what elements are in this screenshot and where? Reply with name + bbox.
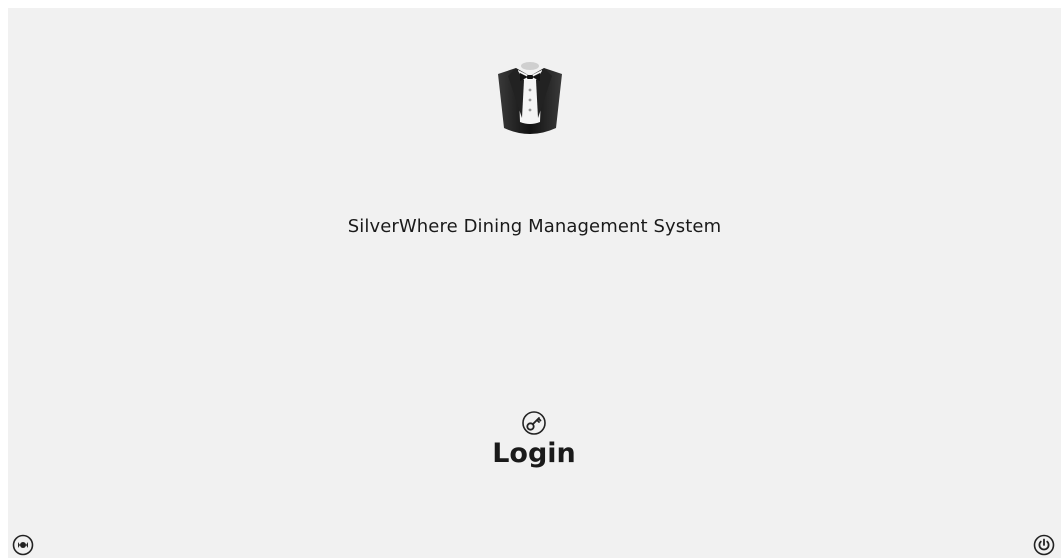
login-screen: SilverWhere Dining Management System Log… bbox=[8, 8, 1061, 558]
login-button[interactable]: Login bbox=[484, 410, 584, 480]
settings-icon[interactable] bbox=[12, 534, 34, 556]
tuxedo-waiter-icon bbox=[498, 62, 562, 134]
app-title: SilverWhere Dining Management System bbox=[347, 216, 722, 237]
key-icon bbox=[522, 411, 546, 435]
power-icon[interactable] bbox=[1033, 534, 1055, 556]
login-label: Login bbox=[492, 438, 576, 469]
